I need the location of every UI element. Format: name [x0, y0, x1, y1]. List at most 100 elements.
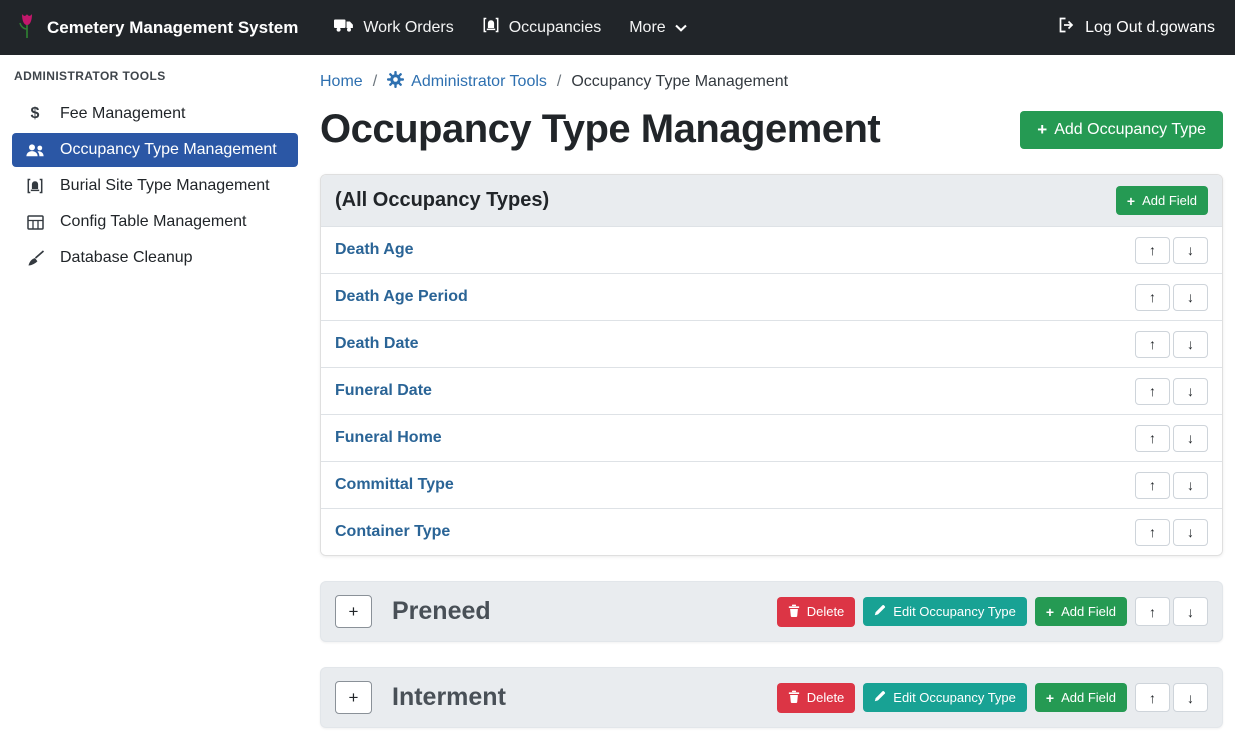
tombstone-icon: [24, 177, 46, 195]
sidebar-item-label: Occupancy Type Management: [60, 141, 277, 159]
field-list: Death Age ↑ ↓ Death Age Period ↑ ↓ Death…: [321, 226, 1222, 555]
breadcrumb: Home / Administrator Tools / Occupancy T…: [320, 71, 1223, 93]
add-occupancy-type-button[interactable]: + Add Occupancy Type: [1020, 111, 1223, 149]
edit-occupancy-type-label: Edit Occupancy Type: [893, 604, 1016, 619]
occupancy-type-section: + Interment Delete Edi: [320, 667, 1223, 728]
move-up-button[interactable]: ↑: [1135, 237, 1170, 264]
delete-label: Delete: [807, 690, 845, 705]
broom-icon: [24, 250, 46, 267]
sidebar-item-database-cleanup[interactable]: Database Cleanup: [12, 241, 298, 275]
field-row: Death Age ↑ ↓: [321, 226, 1222, 273]
trash-icon: [788, 604, 800, 620]
move-up-button[interactable]: ↑: [1135, 519, 1170, 546]
breadcrumb-current-page: Occupancy Type Management: [571, 73, 788, 91]
breadcrumb-administrator-tools[interactable]: Administrator Tools: [387, 71, 547, 93]
nav-work-orders-label: Work Orders: [363, 19, 453, 37]
section-title: Interment: [392, 683, 506, 712]
expand-button[interactable]: +: [335, 595, 372, 628]
field-row: Death Date ↑ ↓: [321, 320, 1222, 367]
field-link[interactable]: Death Age Period: [335, 288, 468, 306]
logout-link[interactable]: Log Out d.gowans: [1054, 9, 1219, 46]
move-down-button[interactable]: ↓: [1173, 519, 1208, 546]
edit-occupancy-type-button[interactable]: Edit Occupancy Type: [863, 597, 1027, 626]
reorder-buttons: ↑ ↓: [1135, 597, 1208, 626]
move-up-button[interactable]: ↑: [1135, 597, 1170, 626]
tombstone-icon: [482, 16, 500, 39]
move-down-button[interactable]: ↓: [1173, 284, 1208, 311]
move-down-button[interactable]: ↓: [1173, 683, 1208, 712]
reorder-buttons: ↑ ↓: [1135, 284, 1208, 311]
move-down-button[interactable]: ↓: [1173, 331, 1208, 358]
expand-button[interactable]: +: [335, 681, 372, 714]
breadcrumb-separator: /: [373, 73, 377, 91]
plus-icon: +: [1037, 121, 1047, 138]
all-occupancy-types-card: (All Occupancy Types) + Add Field Death …: [320, 174, 1223, 556]
nav-more-label: More: [629, 19, 665, 37]
sidebar-item-occupancy-type-management[interactable]: Occupancy Type Management: [12, 133, 298, 167]
breadcrumb-administrator-tools-label: Administrator Tools: [411, 73, 547, 91]
edit-occupancy-type-label: Edit Occupancy Type: [893, 690, 1016, 705]
truck-icon: [334, 17, 354, 38]
move-down-button[interactable]: ↓: [1173, 425, 1208, 452]
field-row: Death Age Period ↑ ↓: [321, 273, 1222, 320]
main-content: Home / Administrator Tools / Occupancy T…: [308, 55, 1235, 738]
reorder-buttons: ↑ ↓: [1135, 425, 1208, 452]
users-icon: [24, 143, 46, 158]
add-field-label: Add Field: [1061, 604, 1116, 619]
field-row: Funeral Home ↑ ↓: [321, 414, 1222, 461]
sidebar-item-config-table-management[interactable]: Config Table Management: [12, 205, 298, 239]
sidebar-item-fee-management[interactable]: $ Fee Management: [12, 97, 298, 131]
nav-links: Work Orders Occupancies More: [320, 8, 700, 47]
sidebar-item-label: Database Cleanup: [60, 249, 193, 267]
move-up-button[interactable]: ↑: [1135, 378, 1170, 405]
delete-button[interactable]: Delete: [777, 597, 856, 627]
logout-icon: [1058, 17, 1076, 38]
move-down-button[interactable]: ↓: [1173, 472, 1208, 499]
sidebar-item-burial-site-type-management[interactable]: Burial Site Type Management: [12, 169, 298, 203]
field-link[interactable]: Death Date: [335, 335, 419, 353]
field-link[interactable]: Death Age: [335, 241, 414, 259]
move-down-button[interactable]: ↓: [1173, 597, 1208, 626]
breadcrumb-home[interactable]: Home: [320, 73, 363, 91]
pencil-icon: [874, 604, 886, 619]
field-link[interactable]: Container Type: [335, 523, 450, 541]
pencil-icon: [874, 690, 886, 705]
breadcrumb-separator: /: [557, 73, 561, 91]
field-row: Funeral Date ↑ ↓: [321, 367, 1222, 414]
add-field-label: Add Field: [1142, 193, 1197, 208]
dollar-icon: $: [24, 105, 46, 123]
occupancy-type-section: + Preneed Delete Edit: [320, 581, 1223, 642]
add-field-button[interactable]: + Add Field: [1035, 597, 1127, 626]
move-up-button[interactable]: ↑: [1135, 472, 1170, 499]
reorder-buttons: ↑ ↓: [1135, 683, 1208, 712]
move-down-button[interactable]: ↓: [1173, 237, 1208, 264]
move-down-button[interactable]: ↓: [1173, 378, 1208, 405]
move-up-button[interactable]: ↑: [1135, 331, 1170, 358]
table-icon: [24, 215, 46, 230]
section-actions: Delete Edit Occupancy Type + Add Field ↑…: [777, 597, 1208, 627]
sidebar-item-label: Fee Management: [60, 105, 185, 123]
add-field-button[interactable]: + Add Field: [1116, 186, 1208, 215]
delete-button[interactable]: Delete: [777, 683, 856, 713]
nav-occupancies[interactable]: Occupancies: [468, 8, 616, 47]
field-link[interactable]: Committal Type: [335, 476, 454, 494]
add-field-button[interactable]: + Add Field: [1035, 683, 1127, 712]
edit-occupancy-type-button[interactable]: Edit Occupancy Type: [863, 683, 1027, 712]
field-link[interactable]: Funeral Date: [335, 382, 432, 400]
section-title: Preneed: [392, 597, 491, 626]
field-link[interactable]: Funeral Home: [335, 429, 442, 447]
reorder-buttons: ↑ ↓: [1135, 472, 1208, 499]
sidebar: ADMINISTRATOR TOOLS $ Fee Management Occ…: [0, 55, 308, 738]
gear-icon: [387, 71, 404, 93]
nav-more[interactable]: More: [615, 11, 700, 45]
move-up-button[interactable]: ↑: [1135, 683, 1170, 712]
move-up-button[interactable]: ↑: [1135, 425, 1170, 452]
brand-title: Cemetery Management System: [47, 18, 298, 38]
move-up-button[interactable]: ↑: [1135, 284, 1170, 311]
reorder-buttons: ↑ ↓: [1135, 237, 1208, 264]
type-sections: + Preneed Delete Edit: [320, 581, 1223, 728]
brand[interactable]: Cemetery Management System: [16, 12, 298, 44]
nav-work-orders[interactable]: Work Orders: [320, 9, 467, 46]
reorder-buttons: ↑ ↓: [1135, 519, 1208, 546]
all-types-card-title: (All Occupancy Types): [335, 189, 549, 212]
